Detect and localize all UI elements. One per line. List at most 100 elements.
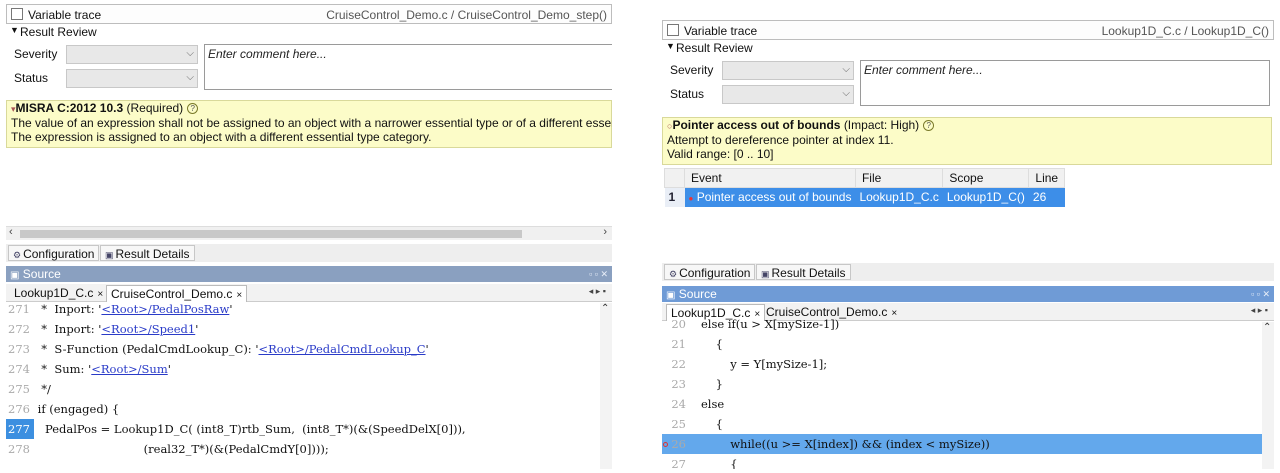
line-number[interactable]: 275 bbox=[6, 379, 34, 399]
tab-configuration[interactable]: ⚙ Configuration bbox=[8, 245, 100, 261]
collapse-icon[interactable]: ▼ bbox=[10, 25, 19, 35]
code-link[interactable]: <Root>/Sum bbox=[91, 362, 167, 376]
code-text: (real32_T*)(&(PedalCmdY[0]))); bbox=[34, 442, 329, 456]
severity-select[interactable]: ⌵ bbox=[722, 61, 854, 80]
error-marker-icon[interactable] bbox=[663, 442, 668, 447]
event-table-header: Event File Scope Line bbox=[664, 168, 1066, 188]
line-number[interactable]: 20 bbox=[662, 314, 690, 334]
scroll-up-icon[interactable]: ⌃ bbox=[601, 303, 609, 314]
finding-title: MISRA C:2012 10.3 bbox=[15, 101, 124, 115]
code-editor[interactable]: 271 * Inport: '<Root>/PedalPosRaw' 272 * … bbox=[6, 302, 612, 469]
code-text: else if(u > X[mySize-1]) bbox=[690, 317, 840, 331]
chevron-down-icon: ⌵ bbox=[186, 72, 194, 83]
code-text: { bbox=[690, 457, 738, 469]
line-number[interactable]: 276 bbox=[6, 399, 34, 419]
line-number[interactable]: 272 bbox=[6, 319, 34, 339]
status-select[interactable]: ⌵ bbox=[66, 69, 198, 88]
code-text: while((u >= X[index]) && (index < mySize… bbox=[690, 437, 990, 451]
scroll-right-icon[interactable]: › bbox=[603, 226, 607, 238]
line-number[interactable]: 271 bbox=[6, 299, 34, 319]
line-number[interactable]: 25 bbox=[662, 414, 690, 434]
code-line[interactable]: 23 } bbox=[662, 374, 1262, 394]
code-line[interactable]: 22 y = Y[mySize-1]; bbox=[662, 354, 1262, 374]
column-event[interactable]: Event bbox=[684, 168, 856, 188]
column-file[interactable]: File bbox=[854, 168, 944, 188]
status-select[interactable]: ⌵ bbox=[722, 85, 854, 104]
code-line[interactable]: 277 PedalPos = Lookup1D_C( (int8_T)rtb_S… bbox=[6, 419, 600, 439]
line-number[interactable]: 27 bbox=[662, 454, 690, 469]
tab-configuration-label: Configuration bbox=[679, 266, 751, 280]
code-line[interactable]: 20 else if(u > X[mySize-1]) bbox=[662, 314, 1262, 334]
vertical-scrollbar[interactable]: ⌃ bbox=[1262, 322, 1274, 469]
code-line[interactable]: 278 (real32_T*)(&(PedalCmdY[0]))); bbox=[6, 439, 600, 459]
tab-configuration-label: Configuration bbox=[23, 247, 95, 261]
result-review-header[interactable]: ▼ Result Review bbox=[6, 24, 612, 40]
code-text: ' bbox=[195, 322, 199, 336]
column-scope[interactable]: Scope bbox=[942, 168, 1030, 188]
event-cell: ● Pointer access out of bounds bbox=[684, 187, 856, 207]
window-controls-icon[interactable]: ▫ ▫ ✕ bbox=[1251, 286, 1270, 302]
line-number[interactable]: 22 bbox=[662, 354, 690, 374]
variable-trace-checkbox[interactable] bbox=[667, 24, 679, 36]
code-line[interactable]: 27 { bbox=[662, 454, 1262, 469]
tab-result-details[interactable]: ▣ Result Details bbox=[756, 264, 851, 280]
source-title: Source bbox=[22, 267, 61, 281]
code-line[interactable]: 276 if (engaged) { bbox=[6, 399, 600, 419]
code-line[interactable]: 271 * Inport: '<Root>/PedalPosRaw' bbox=[6, 299, 600, 319]
column-line[interactable]: Line bbox=[1028, 168, 1066, 188]
line-cell: 26 bbox=[1028, 187, 1065, 207]
code-line[interactable]: 21 { bbox=[662, 334, 1262, 354]
table-row[interactable]: 1 ● Pointer access out of bounds Lookup1… bbox=[664, 187, 1065, 207]
code-text: * Inport: ' bbox=[34, 322, 102, 336]
code-editor[interactable]: 20 else if(u > X[mySize-1]) 21 {22 y = Y[… bbox=[662, 317, 1274, 469]
code-link[interactable]: <Root>/Speed1 bbox=[101, 322, 195, 336]
variable-trace-checkbox[interactable] bbox=[11, 8, 23, 20]
code-line[interactable]: 273 * S-Function (PedalCmdLookup_C): '<R… bbox=[6, 339, 600, 359]
comment-field[interactable]: Enter comment here... bbox=[204, 44, 612, 90]
code-line[interactable]: 26 while((u >= X[index]) && (index < myS… bbox=[662, 434, 1262, 454]
scroll-left-icon[interactable]: ‹ bbox=[9, 226, 13, 238]
line-number[interactable]: 24 bbox=[662, 394, 690, 414]
code-text: if (engaged) { bbox=[34, 402, 120, 416]
event-table: Event File Scope Line 1 ● Pointer access… bbox=[664, 168, 1066, 207]
code-line[interactable]: 25 { bbox=[662, 414, 1262, 434]
tab-nav-icon[interactable]: ◂ ▸ ▪ bbox=[589, 286, 606, 297]
code-line[interactable]: 275 */ bbox=[6, 379, 600, 399]
tab-result-details[interactable]: ▣ Result Details bbox=[100, 245, 195, 261]
code-line[interactable]: 274 * Sum: '<Root>/Sum' bbox=[6, 359, 600, 379]
code-link[interactable]: <Root>/PedalPosRaw bbox=[101, 302, 229, 316]
finding-message: Attempt to dereference pointer at index … bbox=[667, 133, 894, 147]
code-line[interactable]: 272 * Inport: '<Root>/Speed1' bbox=[6, 319, 600, 339]
source-title: Source bbox=[678, 287, 717, 301]
tab-configuration[interactable]: ⚙ Configuration bbox=[664, 264, 756, 280]
collapse-icon[interactable]: ▼ bbox=[666, 41, 675, 51]
vertical-scrollbar[interactable]: ⌃ bbox=[600, 303, 612, 469]
chevron-down-icon: ⌵ bbox=[842, 64, 850, 75]
status-label: Status bbox=[14, 71, 49, 85]
line-number[interactable]: 21 bbox=[662, 334, 690, 354]
source-titlebar: ▣ Source ▫ ▫ ✕ bbox=[6, 266, 612, 282]
variable-trace-label: Variable trace bbox=[28, 8, 102, 22]
line-number[interactable]: 273 bbox=[6, 339, 34, 359]
line-number[interactable]: 277 bbox=[6, 419, 34, 439]
line-number[interactable]: 278 bbox=[6, 439, 34, 459]
scroll-thumb[interactable] bbox=[20, 230, 522, 238]
help-icon[interactable]: ? bbox=[187, 103, 199, 115]
help-icon[interactable]: ? bbox=[923, 120, 935, 132]
window-controls-icon[interactable]: ▫ ▫ ✕ bbox=[589, 266, 608, 282]
code-link[interactable]: <Root>/PedalCmdLookup_C bbox=[259, 342, 426, 356]
result-review-header[interactable]: ▼ Result Review bbox=[662, 40, 1274, 56]
event-cell-text: Pointer access out of bounds bbox=[696, 190, 852, 205]
severity-label: Severity bbox=[14, 47, 58, 61]
line-number[interactable]: 274 bbox=[6, 359, 34, 379]
horizontal-scrollbar[interactable]: ‹ › bbox=[6, 226, 612, 240]
error-marker-icon: ● bbox=[688, 194, 694, 204]
line-number[interactable]: 23 bbox=[662, 374, 690, 394]
code-line[interactable]: 24 else bbox=[662, 394, 1262, 414]
code-text: { bbox=[690, 337, 723, 351]
code-text: * S-Function (PedalCmdLookup_C): ' bbox=[34, 342, 259, 356]
severity-select[interactable]: ⌵ bbox=[66, 45, 198, 64]
code-text: * Inport: ' bbox=[34, 302, 102, 316]
comment-field[interactable]: Enter comment here... bbox=[860, 60, 1270, 106]
scroll-up-icon[interactable]: ⌃ bbox=[1263, 322, 1271, 333]
